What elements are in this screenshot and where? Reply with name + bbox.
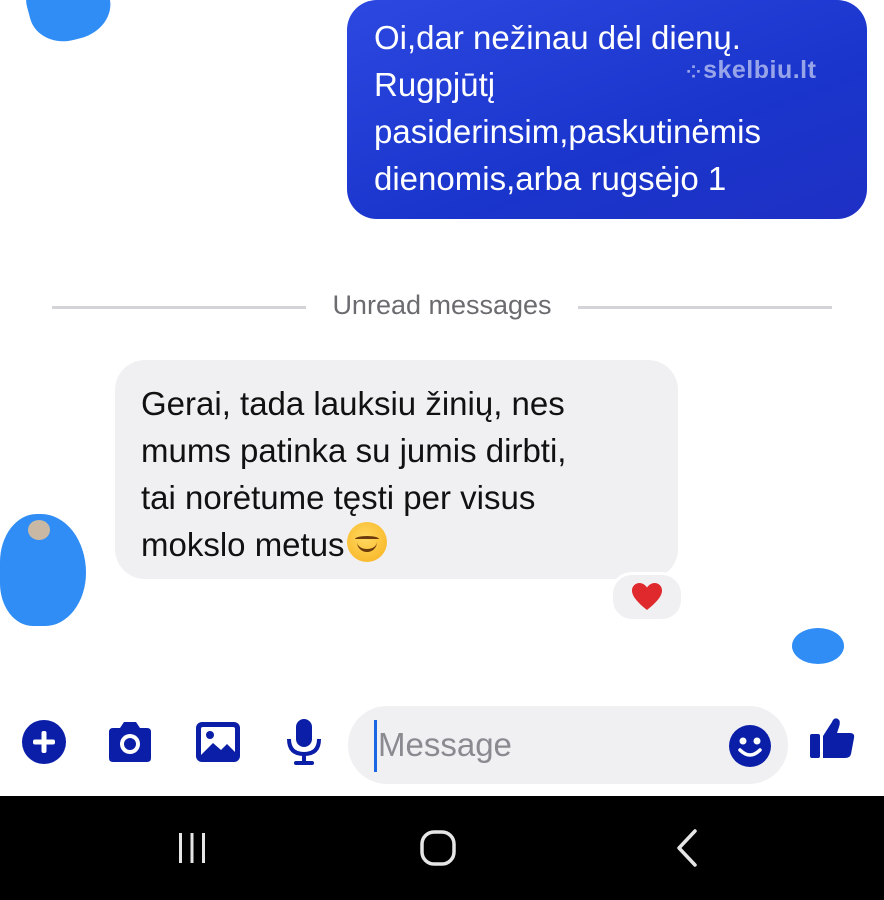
microphone-icon	[287, 719, 321, 765]
image-icon	[196, 722, 240, 762]
back-icon	[677, 829, 697, 867]
chat-thread: Oi,dar nežinau dėl dienų. Rugpjūtį pasid…	[0, 0, 884, 796]
system-navigation-bar	[0, 796, 884, 900]
outgoing-message-bubble[interactable]: Oi,dar nežinau dėl dienų. Rugpjūtį pasid…	[347, 0, 867, 219]
watermark: ⁘ skelbiu.lt	[686, 56, 816, 85]
redaction-scribble	[20, 0, 118, 50]
back-button[interactable]	[668, 826, 704, 870]
message-composer: Message	[0, 702, 884, 788]
divider-line	[578, 306, 832, 309]
message-input[interactable]: Message	[348, 706, 788, 784]
recent-apps-icon	[179, 833, 205, 863]
camera-button[interactable]	[104, 716, 156, 768]
smiling-face-emoji-icon	[346, 522, 387, 562]
divider-line	[52, 306, 306, 309]
message-text-line: tai norėtume tęsti per visus	[141, 479, 536, 516]
watermark-text: skelbiu.lt	[703, 56, 817, 84]
home-icon	[420, 830, 456, 866]
camera-icon	[109, 722, 151, 762]
add-button[interactable]	[18, 716, 70, 768]
message-text-line: dienomis,arba rugsėjo 1	[374, 160, 727, 197]
watermark-logo-icon: ⁘	[686, 62, 701, 82]
emoji-button[interactable]	[728, 724, 772, 768]
message-text-line: mokslo metus	[141, 521, 678, 568]
home-button[interactable]	[416, 826, 460, 870]
message-text-line: mums patinka su jumis dirbti,	[141, 432, 567, 469]
heart-reaction[interactable]	[610, 572, 684, 622]
voice-message-button[interactable]	[278, 716, 330, 768]
message-text-line: pasiderinsim,paskutinėmis	[374, 113, 761, 150]
message-text-line: Gerai, tada lauksiu žinių, nes	[141, 385, 565, 422]
unread-divider-label: Unread messages	[332, 290, 552, 320]
emoji-icon	[729, 725, 771, 767]
avatar-fragment	[28, 520, 50, 540]
plus-icon	[22, 720, 66, 764]
thumbs-up-icon	[810, 718, 855, 758]
message-placeholder: Message	[378, 726, 512, 763]
message-text-line: Oi,dar nežinau dėl dienų.	[374, 19, 741, 56]
text-caret	[374, 720, 377, 772]
recent-apps-button[interactable]	[168, 826, 216, 870]
heart-icon	[632, 583, 662, 610]
unread-divider: Unread messages	[52, 290, 832, 324]
redaction-scribble	[792, 628, 844, 664]
gallery-button[interactable]	[192, 716, 244, 768]
like-button[interactable]	[808, 714, 858, 764]
message-text: mokslo metus	[141, 526, 345, 563]
incoming-message-bubble[interactable]: Gerai, tada lauksiu žinių, nes mums pati…	[115, 360, 678, 579]
